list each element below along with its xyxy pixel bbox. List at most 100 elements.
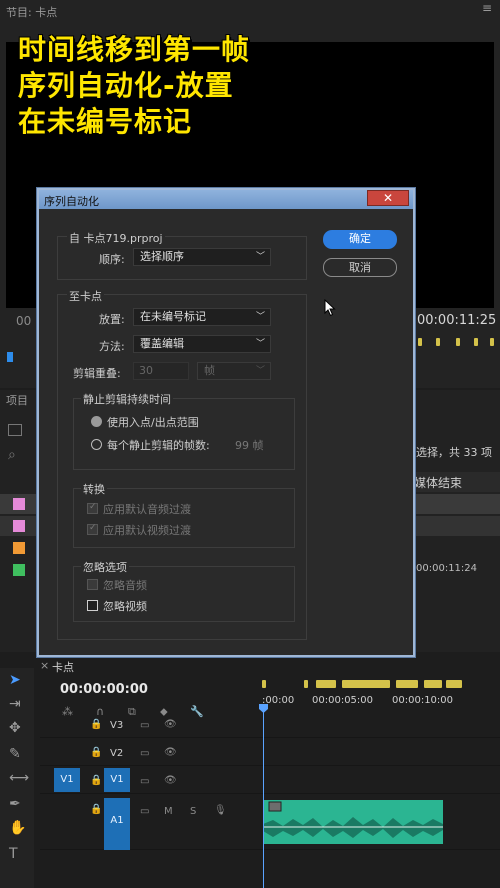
chevron-down-icon: ﹀ [255, 312, 265, 322]
track-target-v1[interactable]: V1 [104, 768, 130, 792]
folder-icon[interactable] [8, 424, 22, 436]
slip-tool-icon[interactable]: ⟷ [9, 770, 29, 786]
to-label: 至卡点 [67, 288, 104, 304]
timeline-ruler[interactable] [262, 678, 500, 708]
sync-lock-icon[interactable]: ▭ [140, 776, 149, 787]
audio-waveform [263, 801, 443, 838]
playhead-marker-icon[interactable] [7, 352, 13, 362]
program-monitor-tab[interactable]: 节目: 卡点 [6, 4, 57, 20]
hand-tool-icon[interactable]: ✋ [9, 820, 26, 836]
audio-clip[interactable] [263, 800, 443, 844]
video-transition-checkbox[interactable] [87, 523, 98, 535]
overlay-heading-line-3: 在未编号标记 [18, 105, 193, 138]
overlay-heading-line-2: 序列自动化-放置 [18, 69, 234, 102]
frames-per-still-radio[interactable] [91, 439, 102, 450]
lock-icon[interactable]: 🔒 [90, 775, 102, 786]
overlay-heading-line-1: 时间线移到第一帧 [18, 33, 251, 66]
project-row-timecode: 00:00:11:24 [416, 563, 478, 574]
label-color-swatch [13, 564, 25, 576]
sync-lock-icon[interactable]: ▭ [140, 748, 149, 759]
sync-lock-icon[interactable]: ▭ [140, 720, 149, 731]
source-patch-v1[interactable]: V1 [54, 768, 80, 792]
project-tab[interactable]: 项目 [6, 392, 28, 408]
timeline-timecode[interactable]: 00:00:00:00 [60, 682, 148, 697]
overlap-unit-dropdown[interactable]: 帧 ﹀ [197, 362, 271, 380]
chevron-down-icon: ﹀ [255, 252, 265, 262]
chevron-down-icon: ﹀ [255, 339, 265, 349]
track-label-v3: V3 [110, 720, 124, 731]
track-select-tool-icon[interactable]: ⇥ [9, 696, 21, 712]
order-label: 顺序: [99, 253, 125, 266]
placement-dropdown[interactable]: 在未编号标记 ﹀ [133, 308, 271, 326]
lock-icon[interactable]: 🔒 [90, 747, 102, 758]
ok-button[interactable]: 确定 [323, 230, 397, 249]
order-dropdown[interactable]: 选择顺序 ﹀ [133, 248, 271, 266]
inout-range-radio[interactable] [91, 416, 102, 427]
frames-per-still-value[interactable]: 99 帧 [235, 437, 264, 453]
transition-label: 转换 [81, 481, 107, 497]
solo-button[interactable]: S [190, 806, 196, 817]
eye-icon[interactable]: 👁 [164, 775, 177, 786]
dialog-title: 序列自动化 [44, 195, 99, 208]
sequence-tab[interactable]: 卡点 [52, 659, 74, 675]
tools-panel: ➤ ⇥ ✥ ✎ ⟷ ✒ ✋ T [0, 668, 34, 888]
clip-overlap-field[interactable]: 30 [133, 362, 189, 380]
placement-value: 在未编号标记 [140, 310, 206, 323]
lock-icon[interactable]: 🔒 [90, 804, 102, 815]
from-label: 自 卡点719.prproj [67, 230, 165, 246]
ignore-video-label: 忽略视频 [103, 600, 147, 613]
media-end-column-label[interactable]: 媒体结束 [414, 474, 462, 491]
program-current-timecode[interactable]: 00 [16, 314, 31, 328]
eye-icon[interactable]: 👁 [164, 747, 177, 758]
razor-tool-icon[interactable]: ✎ [9, 746, 21, 762]
track-v1[interactable]: V1 🔒 V1 ▭ 👁 [40, 768, 500, 794]
ripple-edit-tool-icon[interactable]: ✥ [9, 720, 21, 736]
close-button[interactable]: ✕ [367, 190, 409, 206]
label-color-swatch [13, 520, 25, 532]
placement-label: 放置: [99, 313, 125, 326]
sequence-automation-dialog: 序列自动化 ✕ 自 卡点719.prproj 顺序: 选择顺序 ﹀ 确定 取消 … [37, 188, 415, 657]
mute-button[interactable]: M [164, 806, 173, 817]
ignore-options-label: 忽略选项 [81, 559, 129, 575]
still-duration-group [73, 398, 295, 470]
order-value: 选择顺序 [140, 250, 184, 263]
still-duration-label: 静止剪辑持续时间 [81, 391, 173, 407]
label-color-swatch [13, 498, 25, 510]
track-label-v2: V2 [110, 748, 124, 759]
method-value: 覆盖编辑 [140, 337, 184, 350]
clip-overlap-label: 剪辑重叠: [73, 367, 121, 380]
ignore-video-checkbox[interactable] [87, 600, 98, 611]
audio-transition-label: 应用默认音频过渡 [103, 503, 191, 516]
track-v3[interactable]: 🔒 V3 ▭ 👁 [40, 712, 500, 738]
pen-tool-icon[interactable]: ✒ [9, 796, 21, 812]
ruler-label: 00:00:05:00 [312, 695, 374, 706]
microphone-icon[interactable]: 🎙 [214, 805, 227, 816]
transition-group [73, 488, 295, 548]
close-sequence-icon[interactable]: × [40, 659, 49, 672]
search-icon[interactable]: ⌕ [8, 447, 16, 463]
chevron-down-icon: ﹀ [255, 366, 265, 376]
track-v2[interactable]: 🔒 V2 ▭ 👁 [40, 740, 500, 766]
cancel-button[interactable]: 取消 [323, 258, 397, 277]
inout-range-label: 使用入点/出点范围 [107, 416, 199, 429]
type-tool-icon[interactable]: T [9, 846, 18, 862]
lock-icon[interactable]: 🔒 [90, 719, 102, 730]
frames-per-still-label: 每个静止剪辑的帧数: [107, 439, 210, 452]
eye-icon[interactable]: 👁 [164, 719, 177, 730]
selection-count: 选择，共 33 项 [416, 446, 492, 459]
overlap-unit-value: 帧 [204, 364, 215, 377]
panel-menu-icon[interactable]: ≡ [482, 1, 492, 15]
selection-tool-icon[interactable]: ➤ [9, 672, 21, 688]
sync-lock-icon[interactable]: ▭ [140, 806, 149, 817]
ruler-label: 00:00:10:00 [392, 695, 454, 706]
ignore-audio-checkbox[interactable] [87, 579, 98, 590]
mouse-cursor-icon [324, 299, 336, 317]
method-dropdown[interactable]: 覆盖编辑 ﹀ [133, 335, 271, 353]
program-duration-timecode: 00:00:11:25 [417, 313, 497, 328]
label-color-swatch [13, 542, 25, 554]
track-target-a1[interactable]: A1 [104, 798, 130, 850]
audio-transition-checkbox[interactable] [87, 502, 98, 514]
playhead-line[interactable] [263, 706, 264, 888]
ignore-audio-label: 忽略音频 [103, 579, 147, 592]
method-label: 方法: [99, 340, 125, 353]
